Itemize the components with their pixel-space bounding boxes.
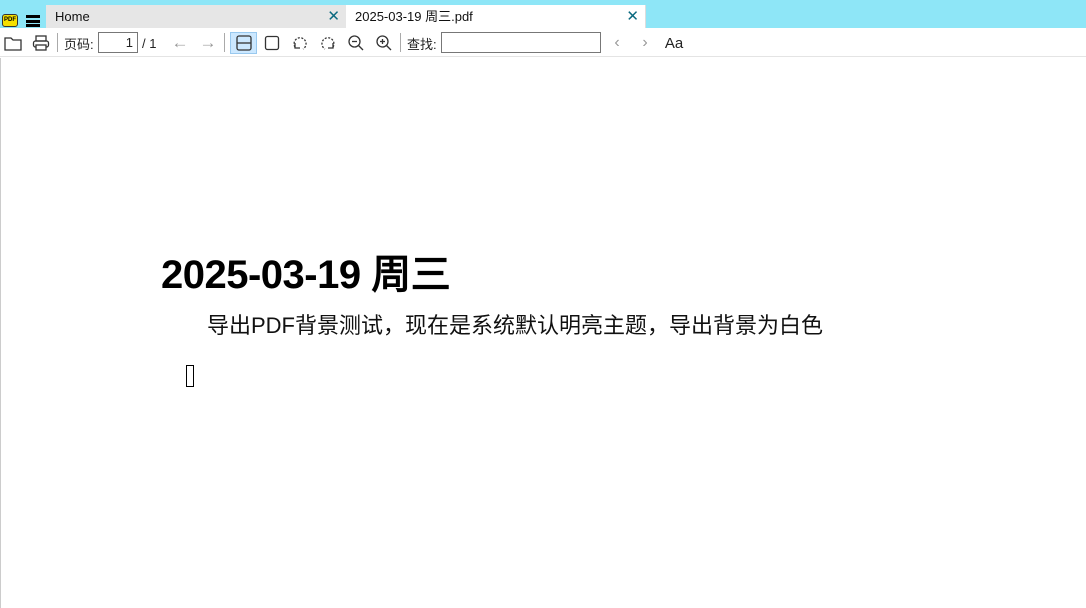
page-label: 页码: [64, 36, 94, 52]
missing-glyph-box [186, 365, 194, 387]
find-input[interactable] [441, 32, 601, 53]
menu-icon[interactable] [26, 15, 40, 27]
open-folder-icon[interactable] [3, 32, 23, 54]
find-previous-icon[interactable]: ‹ [608, 32, 626, 54]
pdf-viewer[interactable]: 2025-03-19 周三 导出PDF背景测试，现在是系统默认明亮主题，导出背景… [0, 58, 1086, 608]
page-total: / 1 [142, 35, 157, 51]
fit-page-icon[interactable] [262, 32, 282, 54]
tab-label: 2025-03-19 周三.pdf [355, 9, 473, 24]
find-label: 查找: [407, 36, 437, 52]
app-logo: PDF [2, 14, 18, 27]
zoom-in-icon[interactable] [374, 32, 394, 54]
find-next-icon[interactable]: › [636, 32, 654, 54]
previous-page-icon[interactable]: ← [170, 32, 190, 54]
tab-home[interactable]: Home ✕ [46, 5, 346, 28]
match-case-icon[interactable]: Aa [664, 32, 684, 54]
rotate-left-icon[interactable] [290, 32, 310, 54]
tab-label: Home [55, 9, 90, 24]
toolbar: 页码: 1 / 1 ← → 查找: ‹ › Aa [0, 28, 1086, 57]
document-heading: 2025-03-19 周三 [161, 253, 451, 297]
close-icon[interactable]: ✕ [626, 5, 639, 28]
next-page-icon[interactable]: → [198, 32, 218, 54]
app-controls: PDF [0, 5, 46, 28]
page-number-input[interactable]: 1 [98, 32, 138, 53]
print-icon[interactable] [31, 32, 51, 54]
close-icon[interactable]: ✕ [327, 5, 340, 28]
fit-width-icon[interactable] [230, 32, 257, 54]
document-paragraph: 导出PDF背景测试，现在是系统默认明亮主题，导出背景为白色 [207, 313, 824, 338]
rotate-right-icon[interactable] [318, 32, 338, 54]
zoom-out-icon[interactable] [346, 32, 366, 54]
tab-pdf[interactable]: 2025-03-19 周三.pdf ✕ [346, 5, 646, 28]
